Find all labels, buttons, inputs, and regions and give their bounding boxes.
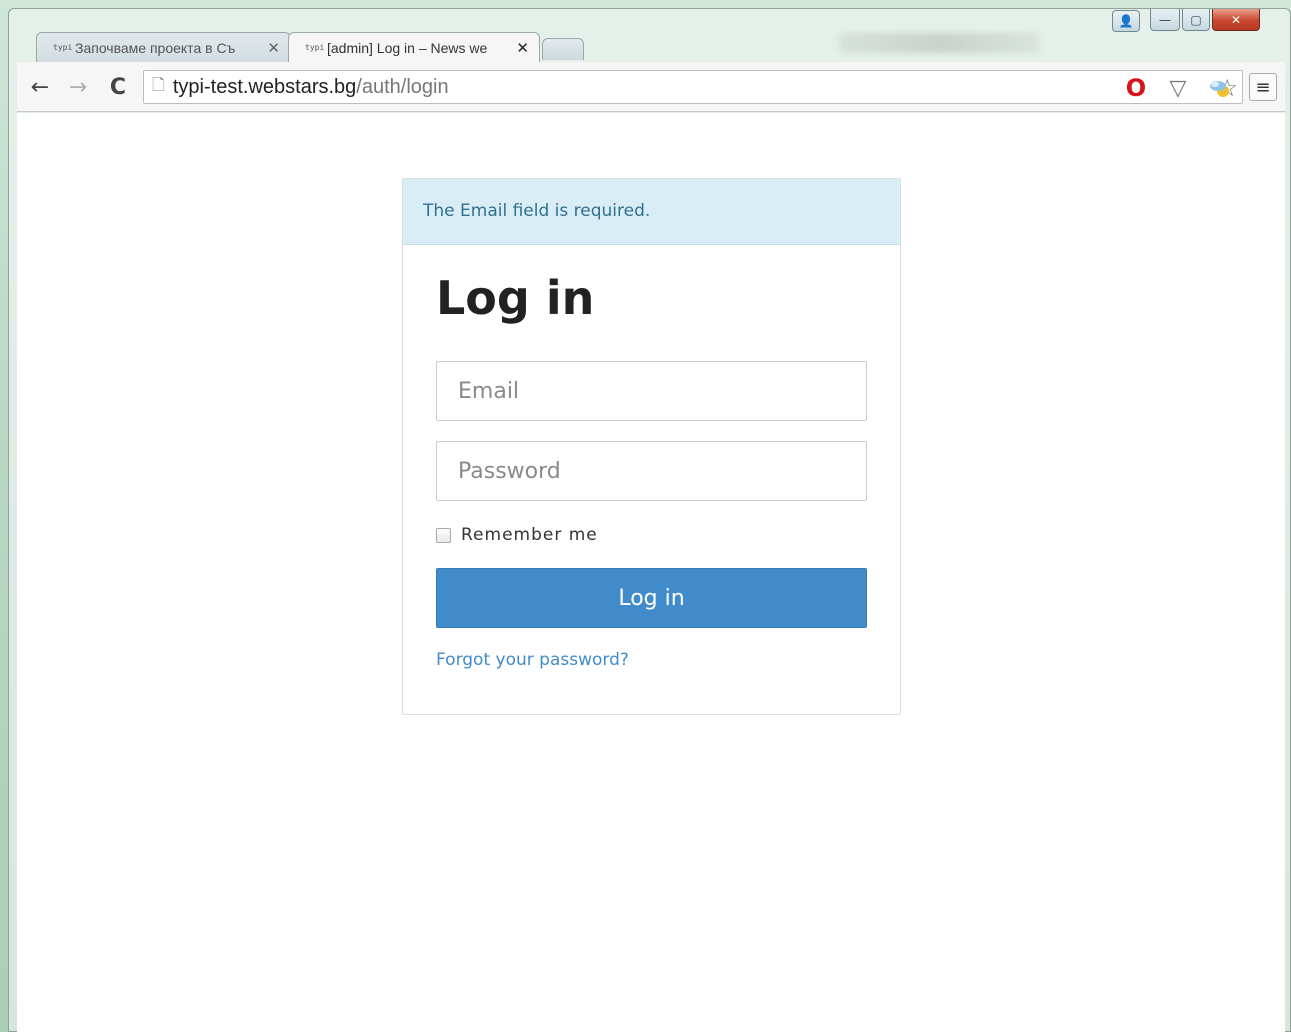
login-panel: The Email field is required. Log in Reme… bbox=[402, 178, 901, 715]
tab-close-icon[interactable]: ✕ bbox=[516, 39, 529, 57]
profile-icon[interactable]: 👤 bbox=[1112, 10, 1140, 32]
shield-extension-icon[interactable]: ▽ bbox=[1165, 75, 1191, 101]
blurred-area bbox=[839, 33, 1039, 53]
page-viewport: The Email field is required. Log in Reme… bbox=[17, 113, 1285, 1032]
weather-extension-icon[interactable] bbox=[1207, 75, 1233, 101]
typi-favicon-icon: typi bbox=[53, 42, 73, 52]
maximize-button[interactable]: ▢ bbox=[1182, 9, 1210, 31]
window-controls: 👤 — ▢ ✕ bbox=[1112, 9, 1260, 32]
password-field[interactable] bbox=[436, 441, 867, 501]
forward-arrow-icon[interactable]: → bbox=[65, 74, 91, 100]
browser-toolbar: ← → C 🗋 typi-test.webstars.bg/auth/login… bbox=[17, 62, 1285, 112]
forgot-password-link[interactable]: Forgot your password? bbox=[436, 650, 629, 670]
new-tab-button[interactable] bbox=[542, 38, 584, 60]
remember-me-label: Remember me bbox=[461, 525, 598, 545]
close-window-button[interactable]: ✕ bbox=[1212, 9, 1260, 31]
tab-start-project[interactable]: typi Започваме проекта в Съ ✕ bbox=[36, 32, 291, 62]
url-path: /auth/login bbox=[356, 75, 449, 98]
tab-title: Започваме проекта в Съ bbox=[75, 39, 236, 56]
url-text[interactable]: typi-test.webstars.bg/auth/login bbox=[173, 76, 449, 99]
address-bar[interactable]: 🗋 typi-test.webstars.bg/auth/login ☆ bbox=[143, 70, 1243, 104]
reload-icon[interactable]: C bbox=[105, 74, 131, 100]
page-title: Log in bbox=[436, 271, 595, 325]
remember-me-checkbox[interactable] bbox=[436, 527, 451, 543]
remember-me-row[interactable]: Remember me bbox=[436, 525, 900, 545]
url-host: typi-test.webstars.bg bbox=[172, 75, 357, 98]
menu-icon[interactable]: ≡ bbox=[1249, 73, 1277, 101]
tab-title: [admin] Log in – News we bbox=[327, 39, 488, 56]
page-icon: 🗋 bbox=[152, 74, 165, 94]
error-alert: The Email field is required. bbox=[403, 179, 900, 245]
tab-close-icon[interactable]: ✕ bbox=[267, 39, 280, 57]
back-arrow-icon[interactable]: ← bbox=[27, 74, 53, 100]
email-field[interactable] bbox=[436, 361, 867, 421]
login-button[interactable]: Log in bbox=[436, 568, 867, 628]
minimize-button[interactable]: — bbox=[1150, 9, 1180, 31]
opera-extension-icon[interactable]: O bbox=[1123, 74, 1149, 102]
typi-favicon-icon: typi bbox=[305, 42, 325, 52]
tab-admin-login[interactable]: typi [admin] Log in – News we ✕ bbox=[288, 32, 540, 62]
